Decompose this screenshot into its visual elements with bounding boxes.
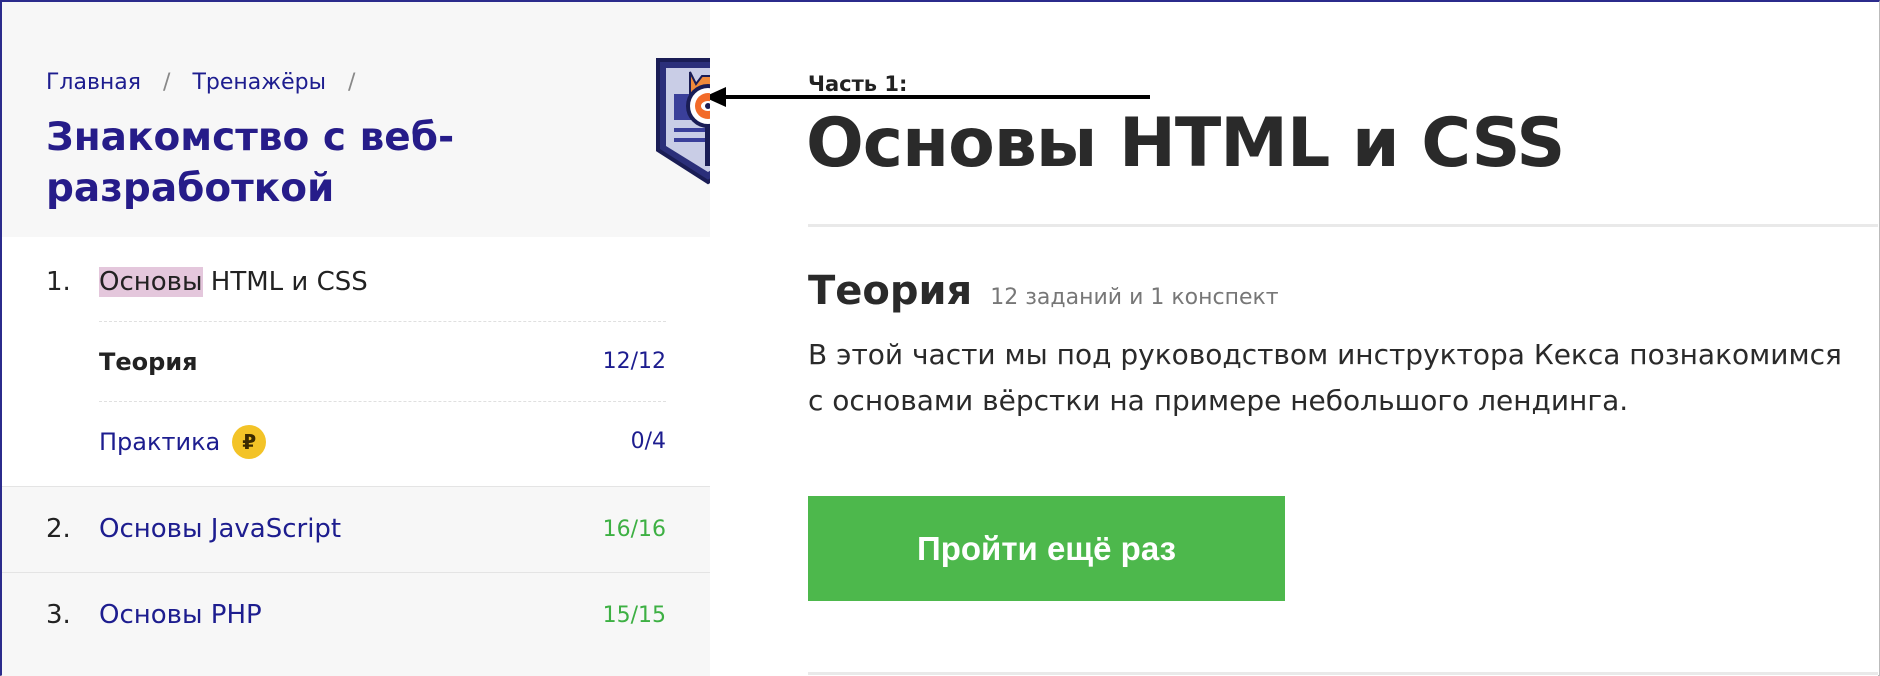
breadcrumb-trainers-link[interactable]: Тренажёры bbox=[192, 70, 326, 95]
part-title: Основы HTML и CSS bbox=[806, 104, 1565, 183]
theory-header: Теория 12 заданий и 1 конспект bbox=[808, 268, 1279, 314]
module-title: Основы JavaScript bbox=[99, 514, 342, 544]
retry-button[interactable]: Пройти ещё раз bbox=[808, 496, 1285, 601]
breadcrumb-separator: / bbox=[163, 70, 171, 95]
part-description: В этой части мы под руководством инструк… bbox=[808, 338, 1842, 417]
submodule-practice-label: Практика bbox=[99, 427, 221, 456]
module-number: 1. bbox=[46, 267, 71, 297]
submodule-theory[interactable]: Теория 12/12 bbox=[99, 321, 666, 401]
module-item-html-css: 1. Основы HTML и CSS Теория 12/12 Практи… bbox=[2, 237, 710, 486]
breadcrumb-separator: / bbox=[347, 70, 356, 95]
module-item-php[interactable]: 3. Основы PHP 15/15 bbox=[2, 572, 710, 658]
sidebar-header: Главная / Тренажёры / Знакомство с веб-р… bbox=[2, 2, 710, 237]
module-number: 2. bbox=[46, 514, 71, 544]
course-sidebar: Главная / Тренажёры / Знакомство с веб-р… bbox=[2, 2, 710, 676]
course-title: Знакомство с веб-разработкой bbox=[46, 115, 455, 211]
submodule-practice-count: 0/4 bbox=[630, 429, 666, 454]
ruble-coin-icon: ₽ bbox=[232, 424, 267, 459]
submodule-theory-label: Теория bbox=[99, 347, 198, 376]
module-title: Основы PHP bbox=[99, 600, 262, 630]
module-number: 3. bbox=[46, 600, 71, 630]
breadcrumb-home-link[interactable]: Главная bbox=[46, 70, 141, 95]
theory-meta: 12 заданий и 1 конспект bbox=[990, 285, 1279, 310]
breadcrumb: Главная / Тренажёры / bbox=[46, 70, 377, 95]
part-label: Часть 1: bbox=[808, 72, 908, 96]
module-title-rest: HTML и CSS bbox=[202, 267, 368, 297]
submodule-theory-count: 12/12 bbox=[602, 349, 666, 374]
lesson-main: Часть 1: Основы HTML и CSS Теория 12 зад… bbox=[710, 2, 1878, 676]
module-count: 16/16 bbox=[602, 517, 666, 542]
submodule-practice-label-wrap: Практика ₽ bbox=[99, 424, 267, 459]
module-item-javascript[interactable]: 2. Основы JavaScript 16/16 bbox=[2, 486, 710, 572]
module-title: Основы HTML и CSS bbox=[99, 267, 368, 297]
divider bbox=[808, 672, 1878, 675]
highlighted-text: Основы bbox=[99, 267, 203, 297]
module-count: 15/15 bbox=[602, 603, 666, 628]
submodule-practice[interactable]: Практика ₽ 0/4 bbox=[99, 401, 666, 481]
theory-title: Теория bbox=[808, 268, 973, 314]
divider bbox=[808, 224, 1878, 227]
